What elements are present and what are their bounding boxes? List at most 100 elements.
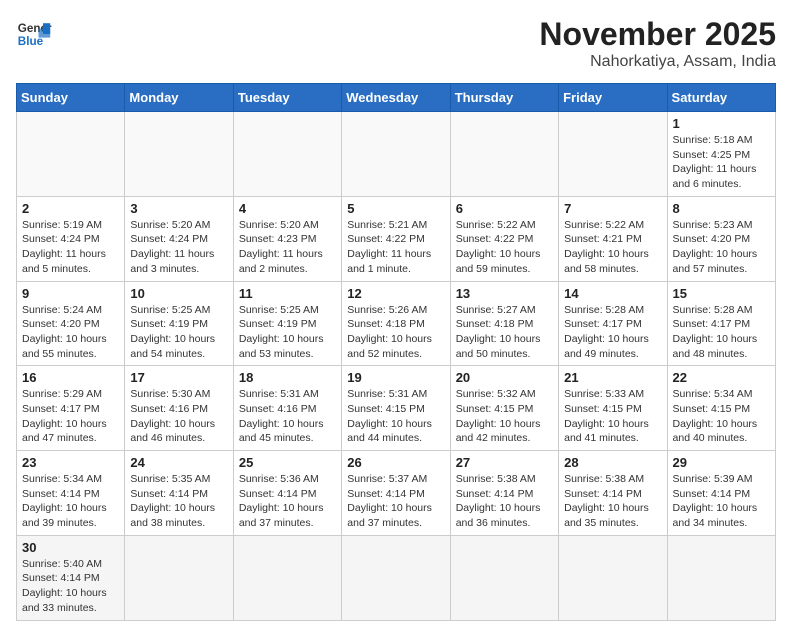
day-number: 7 [564,201,661,216]
day-number: 21 [564,370,661,385]
day-info: Sunrise: 5:29 AMSunset: 4:17 PMDaylight:… [22,387,119,446]
calendar-cell: 2 Sunrise: 5:19 AMSunset: 4:24 PMDaylight… [17,196,125,281]
page-header: General Blue November 2025 Nahorkatiya, … [16,16,776,71]
day-info: Sunrise: 5:28 AMSunset: 4:17 PMDaylight:… [673,303,770,362]
day-info: Sunrise: 5:23 AMSunset: 4:20 PMDaylight:… [673,218,770,277]
day-info: Sunrise: 5:28 AMSunset: 4:17 PMDaylight:… [564,303,661,362]
calendar-cell: 28 Sunrise: 5:38 AMSunset: 4:14 PMDayligh… [559,451,667,536]
calendar-table: SundayMondayTuesdayWednesdayThursdayFrid… [16,83,776,621]
calendar-cell: 20Sunrise: 5:32 AMSunset: 4:15 PMDayligh… [450,366,558,451]
calendar-cell: 3Sunrise: 5:20 AMSunset: 4:24 PMDaylight… [125,196,233,281]
day-number: 20 [456,370,553,385]
day-info: Sunrise: 5:34 AMSunset: 4:14 PMDaylight:… [22,472,119,531]
day-info: Sunrise: 5:36 AMSunset: 4:14 PMDaylight:… [239,472,336,531]
day-info: Sunrise: 5:21 AMSunset: 4:22 PMDaylight:… [347,218,444,277]
day-number: 11 [239,286,336,301]
day-number: 19 [347,370,444,385]
logo: General Blue [16,16,52,52]
calendar-cell: 25Sunrise: 5:36 AMSunset: 4:14 PMDayligh… [233,451,341,536]
calendar-cell: 30Sunrise: 5:40 AMSunset: 4:14 PMDayligh… [17,535,125,620]
day-info: Sunrise: 5:30 AMSunset: 4:16 PMDaylight:… [130,387,227,446]
calendar-cell [342,112,450,197]
day-number: 12 [347,286,444,301]
calendar-week-2: 2 Sunrise: 5:19 AMSunset: 4:24 PMDaylight… [17,196,776,281]
calendar-cell: 4 Sunrise: 5:20 AMSunset: 4:23 PMDaylight… [233,196,341,281]
day-info: Sunrise: 5:22 AMSunset: 4:21 PMDaylight:… [564,218,661,277]
day-info: Sunrise: 5:38 AMSunset: 4:14 PMDaylight:… [456,472,553,531]
day-number: 2 [22,201,119,216]
day-number: 10 [130,286,227,301]
day-number: 17 [130,370,227,385]
calendar-cell: 8Sunrise: 5:23 AMSunset: 4:20 PMDaylight… [667,196,775,281]
day-info: Sunrise: 5:37 AMSunset: 4:14 PMDaylight:… [347,472,444,531]
calendar-cell: 22 Sunrise: 5:34 AMSunset: 4:15 PMDayligh… [667,366,775,451]
day-info: Sunrise: 5:39 AMSunset: 4:14 PMDaylight:… [673,472,770,531]
day-info: Sunrise: 5:20 AMSunset: 4:23 PMDaylight:… [239,218,336,277]
calendar-cell [450,535,558,620]
day-info: Sunrise: 5:31 AMSunset: 4:15 PMDaylight:… [347,387,444,446]
day-number: 22 [673,370,770,385]
calendar-cell [233,535,341,620]
day-number: 28 [564,455,661,470]
day-header-monday: Monday [125,84,233,112]
day-info: Sunrise: 5:34 AMSunset: 4:15 PMDaylight:… [673,387,770,446]
day-info: Sunrise: 5:18 AMSunset: 4:25 PMDaylight:… [673,133,770,192]
day-header-sunday: Sunday [17,84,125,112]
calendar-week-1: 1 Sunrise: 5:18 AMSunset: 4:25 PMDaylight… [17,112,776,197]
calendar-cell: 24Sunrise: 5:35 AMSunset: 4:14 PMDayligh… [125,451,233,536]
day-header-tuesday: Tuesday [233,84,341,112]
day-number: 9 [22,286,119,301]
location-title: Nahorkatiya, Assam, India [539,53,776,71]
calendar-cell: 14 Sunrise: 5:28 AMSunset: 4:17 PMDayligh… [559,281,667,366]
day-header-saturday: Saturday [667,84,775,112]
day-header-wednesday: Wednesday [342,84,450,112]
day-header-friday: Friday [559,84,667,112]
day-info: Sunrise: 5:19 AMSunset: 4:24 PMDaylight:… [22,218,119,277]
day-info: Sunrise: 5:27 AMSunset: 4:18 PMDaylight:… [456,303,553,362]
calendar-cell: 23 Sunrise: 5:34 AMSunset: 4:14 PMDayligh… [17,451,125,536]
day-info: Sunrise: 5:25 AMSunset: 4:19 PMDaylight:… [239,303,336,362]
day-number: 18 [239,370,336,385]
day-number: 14 [564,286,661,301]
calendar-cell: 10 Sunrise: 5:25 AMSunset: 4:19 PMDayligh… [125,281,233,366]
calendar-header-row: SundayMondayTuesdayWednesdayThursdayFrid… [17,84,776,112]
day-number: 27 [456,455,553,470]
calendar-cell [125,535,233,620]
calendar-cell: 1 Sunrise: 5:18 AMSunset: 4:25 PMDaylight… [667,112,775,197]
day-number: 6 [456,201,553,216]
logo-icon: General Blue [16,16,52,52]
calendar-cell: 27 Sunrise: 5:38 AMSunset: 4:14 PMDayligh… [450,451,558,536]
day-info: Sunrise: 5:25 AMSunset: 4:19 PMDaylight:… [130,303,227,362]
day-info: Sunrise: 5:31 AMSunset: 4:16 PMDaylight:… [239,387,336,446]
day-number: 26 [347,455,444,470]
day-info: Sunrise: 5:38 AMSunset: 4:14 PMDaylight:… [564,472,661,531]
day-number: 1 [673,116,770,131]
calendar-week-6: 30Sunrise: 5:40 AMSunset: 4:14 PMDayligh… [17,535,776,620]
calendar-cell: 16 Sunrise: 5:29 AMSunset: 4:17 PMDayligh… [17,366,125,451]
calendar-cell: 11 Sunrise: 5:25 AMSunset: 4:19 PMDayligh… [233,281,341,366]
calendar-cell: 29 Sunrise: 5:39 AMSunset: 4:14 PMDayligh… [667,451,775,536]
title-block: November 2025 Nahorkatiya, Assam, India [539,16,776,71]
calendar-cell: 19 Sunrise: 5:31 AMSunset: 4:15 PMDayligh… [342,366,450,451]
day-info: Sunrise: 5:26 AMSunset: 4:18 PMDaylight:… [347,303,444,362]
calendar-cell [233,112,341,197]
calendar-cell [17,112,125,197]
calendar-cell [667,535,775,620]
calendar-week-3: 9 Sunrise: 5:24 AMSunset: 4:20 PMDaylight… [17,281,776,366]
calendar-cell: 15 Sunrise: 5:28 AMSunset: 4:17 PMDayligh… [667,281,775,366]
day-number: 4 [239,201,336,216]
day-number: 16 [22,370,119,385]
day-number: 15 [673,286,770,301]
calendar-cell: 7 Sunrise: 5:22 AMSunset: 4:21 PMDaylight… [559,196,667,281]
calendar-cell: 26 Sunrise: 5:37 AMSunset: 4:14 PMDayligh… [342,451,450,536]
calendar-cell: 13Sunrise: 5:27 AMSunset: 4:18 PMDayligh… [450,281,558,366]
day-info: Sunrise: 5:24 AMSunset: 4:20 PMDaylight:… [22,303,119,362]
day-number: 24 [130,455,227,470]
day-number: 5 [347,201,444,216]
day-number: 23 [22,455,119,470]
day-info: Sunrise: 5:20 AMSunset: 4:24 PMDaylight:… [130,218,227,277]
calendar-cell [342,535,450,620]
calendar-week-5: 23 Sunrise: 5:34 AMSunset: 4:14 PMDayligh… [17,451,776,536]
day-info: Sunrise: 5:40 AMSunset: 4:14 PMDaylight:… [22,557,119,616]
day-number: 29 [673,455,770,470]
